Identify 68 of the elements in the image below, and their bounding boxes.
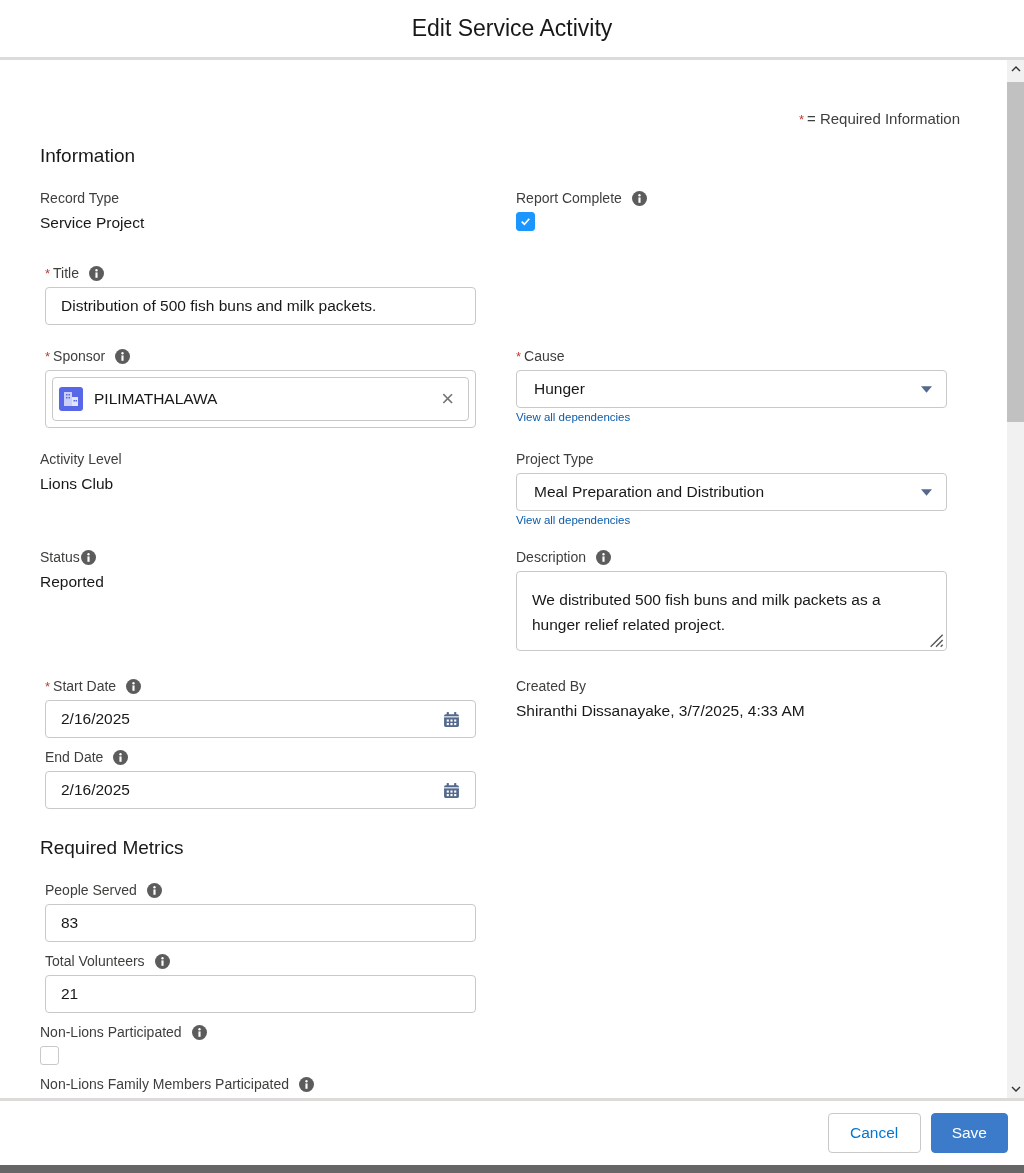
building-icon <box>59 387 83 411</box>
save-button[interactable]: Save <box>930 1113 1008 1153</box>
field-label: Activity Level <box>40 451 122 467</box>
info-icon[interactable] <box>113 749 129 765</box>
field-label: Status <box>40 549 80 565</box>
picklist-field[interactable]: Hunger <box>516 370 947 408</box>
field-value: Lions Club <box>40 474 115 494</box>
section-title: Required Metrics <box>40 837 185 859</box>
date-field[interactable]: 2/16/2025 <box>45 700 476 738</box>
scrollbar-thumb[interactable] <box>1007 82 1024 422</box>
caret-icon <box>921 385 932 393</box>
resize-grip-icon[interactable] <box>928 632 944 648</box>
required-legend: = Required Information <box>807 110 960 127</box>
info-icon[interactable] <box>115 348 131 364</box>
section-title: Information <box>40 145 137 167</box>
required-mark: * <box>45 348 51 364</box>
required-mark: * <box>798 112 804 127</box>
info-icon[interactable] <box>154 953 170 969</box>
check-icon <box>519 215 532 228</box>
picklist-field[interactable]: Meal Preparation and Distribution <box>516 473 947 511</box>
info-icon[interactable] <box>299 1076 314 1092</box>
calendar-icon[interactable] <box>443 781 460 799</box>
info-icon[interactable] <box>596 549 612 565</box>
field-label: People Served <box>45 882 137 898</box>
required-mark: * <box>516 348 522 364</box>
required-mark: * <box>45 678 51 694</box>
field-value: Service Project <box>40 213 146 233</box>
scroll-down-icon[interactable] <box>1010 1086 1021 1092</box>
info-icon[interactable] <box>89 265 104 281</box>
dependencies-link[interactable]: View all dependencies <box>516 411 947 423</box>
selected-record-pill[interactable]: PILIMATHALAWA × <box>52 377 469 421</box>
field-label: Description <box>516 549 587 565</box>
field-label: Sponsor <box>53 348 106 364</box>
clear-button[interactable]: × <box>441 388 454 410</box>
field-label: Non-Lions Participated <box>40 1024 182 1040</box>
caret-icon <box>921 488 932 496</box>
field-value: Reported <box>40 572 105 592</box>
info-icon[interactable] <box>191 1024 207 1040</box>
field-value: Shiranthi Dissanayake, 3/7/2025, 4:33 AM <box>516 701 806 721</box>
dependencies-link[interactable]: View all dependencies <box>516 514 947 526</box>
text-field[interactable]: Distribution of 500 fish buns and milk packets. <box>45 287 476 325</box>
date-field[interactable]: 2/16/2025 <box>45 771 476 809</box>
lookup-field[interactable]: PILIMATHALAWA × <box>45 370 476 428</box>
calendar-icon[interactable] <box>443 710 460 728</box>
checkbox[interactable] <box>516 212 535 231</box>
scrollbar[interactable] <box>1007 60 1024 1098</box>
text-field[interactable]: 21 <box>45 975 476 1013</box>
info-icon[interactable] <box>146 882 162 898</box>
info-icon[interactable] <box>80 549 96 565</box>
field-label: Non-Lions Family Members Participated <box>40 1076 289 1092</box>
field-label: Start Date <box>53 678 117 694</box>
field-label: Project Type <box>516 451 594 467</box>
field-label: Created By <box>516 678 587 694</box>
field-label: Cause <box>524 348 565 364</box>
checkbox[interactable] <box>40 1046 59 1065</box>
required-mark: * <box>45 265 51 281</box>
info-icon[interactable] <box>126 678 142 694</box>
field-label: Record Type <box>40 190 120 206</box>
description-field[interactable]: We distributed 500 fish buns and milk packets as a hunger relief related project. <box>516 571 947 651</box>
modal-title: Edit Service Activity <box>411 15 613 42</box>
field-label: Title <box>53 265 79 281</box>
field-label: Report Complete <box>516 190 622 206</box>
info-icon[interactable] <box>631 190 647 206</box>
cancel-button[interactable]: Cancel <box>827 1113 921 1153</box>
scroll-up-icon[interactable] <box>1010 66 1021 72</box>
field-label: Total Volunteers <box>45 953 145 969</box>
text-field[interactable]: 83 <box>45 904 476 942</box>
field-label: End Date <box>45 749 104 765</box>
